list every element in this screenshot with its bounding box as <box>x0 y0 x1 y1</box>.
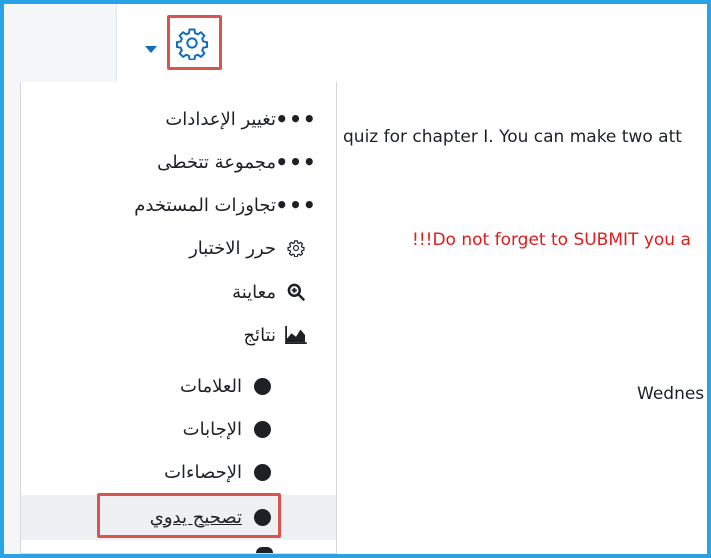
ellipsis-icon: ••• <box>275 150 317 174</box>
menu-item-preview[interactable]: معاينة <box>232 275 308 309</box>
menu-item-label: نتائج <box>243 324 276 346</box>
menu-item-label: معاينة <box>232 281 276 303</box>
bullet-icon <box>250 374 274 398</box>
ellipsis-icon: ••• <box>275 193 317 217</box>
bullet-icon <box>256 547 273 553</box>
bullet-icon <box>250 417 274 441</box>
menu-item-label: العلامات <box>180 375 242 397</box>
chart-area-icon <box>284 323 308 347</box>
quiz-intro-text: quiz for chapter I. You can make two att <box>343 127 682 147</box>
manual-grading-highlight-box <box>97 493 281 538</box>
divider <box>116 4 117 82</box>
menu-item-label: تجاوزات المستخدم <box>134 194 276 216</box>
menu-item-label: تغيير الإعدادات <box>165 108 276 130</box>
bullet-icon <box>250 460 274 484</box>
menu-item-user-overrides[interactable]: ••• تجاوزات المستخدم <box>134 188 317 222</box>
app-frame: quiz for chapter I. You can make two att… <box>4 4 707 554</box>
quiz-date-text: Wednes <box>637 384 705 404</box>
ellipsis-icon: ••• <box>275 107 317 131</box>
menu-item-label: حرر الاختبار <box>189 237 276 259</box>
settings-highlight-box <box>167 15 222 70</box>
menu-item-label: الإحصاءات <box>164 461 242 483</box>
menu-item-responses[interactable]: الإجابات <box>183 412 274 446</box>
menu-item-label: الإجابات <box>182 418 242 440</box>
menu-item-group-overrides[interactable]: ••• مجموعة تتخطى <box>157 145 317 179</box>
menu-item-edit-quiz[interactable]: حرر الاختبار <box>189 231 308 265</box>
menu-item-results[interactable]: نتائج <box>243 318 308 352</box>
quiz-admin-menu: ••• تغيير الإعدادات ••• مجموعة تتخطى •••… <box>20 82 337 554</box>
gear-icon <box>284 236 308 260</box>
menu-item-grades[interactable]: العلامات <box>180 369 274 403</box>
menu-item-edit-settings[interactable]: ••• تغيير الإعدادات <box>165 102 317 136</box>
submit-warning-text: !!!Do not forget to SUBMIT you a <box>412 230 691 250</box>
menu-item-label: مجموعة تتخطى <box>157 151 276 173</box>
zoom-in-icon <box>284 280 308 304</box>
menu-item-statistics[interactable]: الإحصاءات <box>164 455 274 489</box>
caret-down-icon[interactable] <box>145 46 157 53</box>
